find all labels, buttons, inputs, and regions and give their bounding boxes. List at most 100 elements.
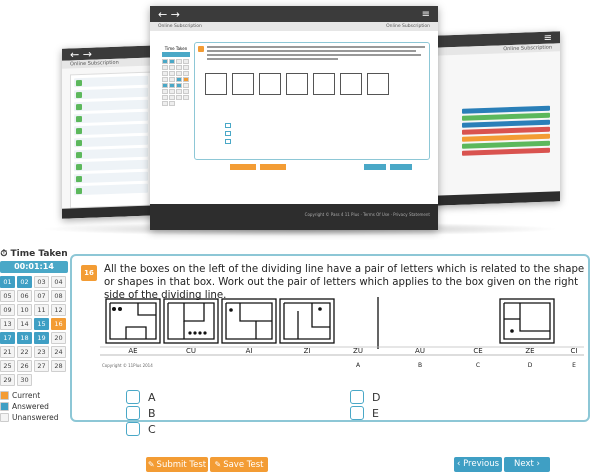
question-cell-09[interactable]: 09: [0, 304, 15, 316]
legend-swatch: [0, 391, 9, 400]
legend-item: Unanswered: [0, 412, 68, 423]
option-C[interactable]: C: [126, 422, 156, 436]
back-menu-icon: ≡: [543, 32, 552, 44]
box-label-6: AU: [415, 347, 425, 355]
question-cell-22[interactable]: 22: [17, 346, 32, 358]
question-cell-13[interactable]: 13: [0, 318, 15, 330]
question-cell-25[interactable]: 25: [0, 360, 15, 372]
mini-question-cell: [162, 65, 168, 70]
legend-item: Current: [0, 390, 68, 401]
box-label-7: CE: [473, 347, 482, 355]
box-label-1: AE: [128, 347, 137, 355]
action-bar: ✎ Submit Test ✎ Save Test ‹ Previous Next …: [0, 457, 594, 473]
option-checkbox[interactable]: [126, 406, 140, 420]
back-nav-arrows: ← →: [70, 47, 92, 61]
option-checkbox[interactable]: [350, 390, 364, 404]
question-cell-27[interactable]: 27: [34, 360, 49, 372]
question-cell-03[interactable]: 03: [34, 276, 49, 288]
mini-question-cell: [176, 83, 182, 88]
question-cell-23[interactable]: 23: [34, 346, 49, 358]
front-mini-time-title: Time Taken: [164, 46, 188, 51]
mini-question-cell: [176, 59, 182, 64]
front-footer-text: Copyright © Pass 4 11 Plus · Terms Of Us…: [304, 212, 430, 217]
question-cell-28[interactable]: 28: [51, 360, 66, 372]
save-test-button[interactable]: ✎ Save Test: [210, 457, 268, 472]
question-cell-17[interactable]: 17: [0, 332, 15, 344]
fig-box-target: [499, 298, 555, 344]
question-cell-29[interactable]: 29: [0, 374, 15, 386]
mini-question-cell: [162, 59, 168, 64]
mini-question-cell: [183, 83, 189, 88]
mini-question-cell: [176, 89, 182, 94]
question-cell-26[interactable]: 26: [17, 360, 32, 372]
front-window-bar: ← → ≡: [150, 6, 438, 22]
box-label-8: ZE: [525, 347, 534, 355]
mini-question-cell: [176, 71, 182, 76]
question-cell-30[interactable]: 30: [17, 374, 32, 386]
edit-icon: ✎: [147, 460, 155, 469]
option-A[interactable]: A: [126, 390, 156, 404]
option-D[interactable]: D: [350, 390, 380, 404]
submit-label: Submit Test: [156, 460, 207, 470]
question-cell-16[interactable]: 16: [51, 318, 66, 330]
question-cell-02[interactable]: 02: [17, 276, 32, 288]
front-window-title: Online Subscription: [158, 24, 202, 29]
legend-label: Answered: [12, 402, 49, 411]
legend-swatch: [0, 402, 9, 411]
status-legend: Current Answered Unanswered: [0, 390, 68, 423]
question-cell-21[interactable]: 21: [0, 346, 15, 358]
option-E[interactable]: E: [350, 406, 379, 420]
front-mini-qnum: [198, 46, 204, 52]
mini-question-cell: [162, 77, 168, 82]
question-cell-07[interactable]: 07: [34, 290, 49, 302]
front-mini-options: [225, 123, 395, 147]
mini-question-cell: [169, 65, 175, 70]
question-cell-19[interactable]: 19: [34, 332, 49, 344]
figure-svg: AE CU AI ZI ZU AU CE ZE CI Copyright © 11Plus 20…: [100, 297, 584, 369]
option-checkbox[interactable]: [350, 406, 364, 420]
figure-option-letter-B: B: [418, 362, 422, 369]
option-checkbox[interactable]: [126, 422, 140, 436]
question-cell-18[interactable]: 18: [17, 332, 32, 344]
save-label: Save Test: [223, 460, 264, 470]
question-cell-20[interactable]: 20: [51, 332, 66, 344]
fig-box-1: [105, 298, 161, 344]
question-sidebar: ⏱ Time Taken 00:01:14 01 02 03 04 05 06 07 08 09…: [0, 249, 68, 423]
question-cell-10[interactable]: 10: [17, 304, 32, 316]
mini-question-cell: [162, 101, 168, 106]
back-colored-buttons: [462, 105, 550, 158]
question-cell-14[interactable]: 14: [17, 318, 32, 330]
question-cell-01[interactable]: 01: [0, 276, 15, 288]
question-cell-06[interactable]: 06: [17, 290, 32, 302]
question-cell-15[interactable]: 15: [34, 318, 49, 330]
mini-question-cell: [169, 77, 175, 82]
question-cell-24[interactable]: 24: [51, 346, 66, 358]
front-mini-nav-buttons: [364, 164, 412, 170]
mini-question-cell: [183, 71, 189, 76]
box-label-9: CI: [571, 347, 578, 355]
time-taken-label: Time Taken: [10, 249, 68, 259]
option-checkbox[interactable]: [126, 390, 140, 404]
front-mini-question-grid: [162, 59, 190, 106]
back-review-list: [70, 71, 152, 209]
mini-question-cell: [176, 65, 182, 70]
question-cell-08[interactable]: 08: [51, 290, 66, 302]
next-button[interactable]: Next ›: [504, 457, 550, 472]
question-cell-04[interactable]: 04: [51, 276, 66, 288]
front-mini-sidebar: Time Taken: [162, 46, 190, 106]
submit-test-button[interactable]: ✎ Submit Test: [146, 457, 208, 472]
fig-box-4: [279, 298, 335, 344]
time-taken-heading: ⏱ Time Taken: [0, 249, 68, 259]
back-window-sub-right: Online Subscription: [503, 44, 552, 53]
previous-button[interactable]: ‹ Previous: [454, 457, 502, 472]
front-mini-figures: [205, 73, 405, 95]
question-cell-05[interactable]: 05: [0, 290, 15, 302]
hero-screenshots: ← → ≡ Online Subscription Online Subscri…: [0, 0, 594, 240]
option-B[interactable]: B: [126, 406, 156, 420]
question-cell-12[interactable]: 12: [51, 304, 66, 316]
figure-option-letter-A: A: [356, 362, 361, 369]
figure-option-letter-E: E: [572, 362, 576, 369]
question-cell-11[interactable]: 11: [34, 304, 49, 316]
mini-question-cell: [169, 71, 175, 76]
mini-question-cell: [162, 83, 168, 88]
